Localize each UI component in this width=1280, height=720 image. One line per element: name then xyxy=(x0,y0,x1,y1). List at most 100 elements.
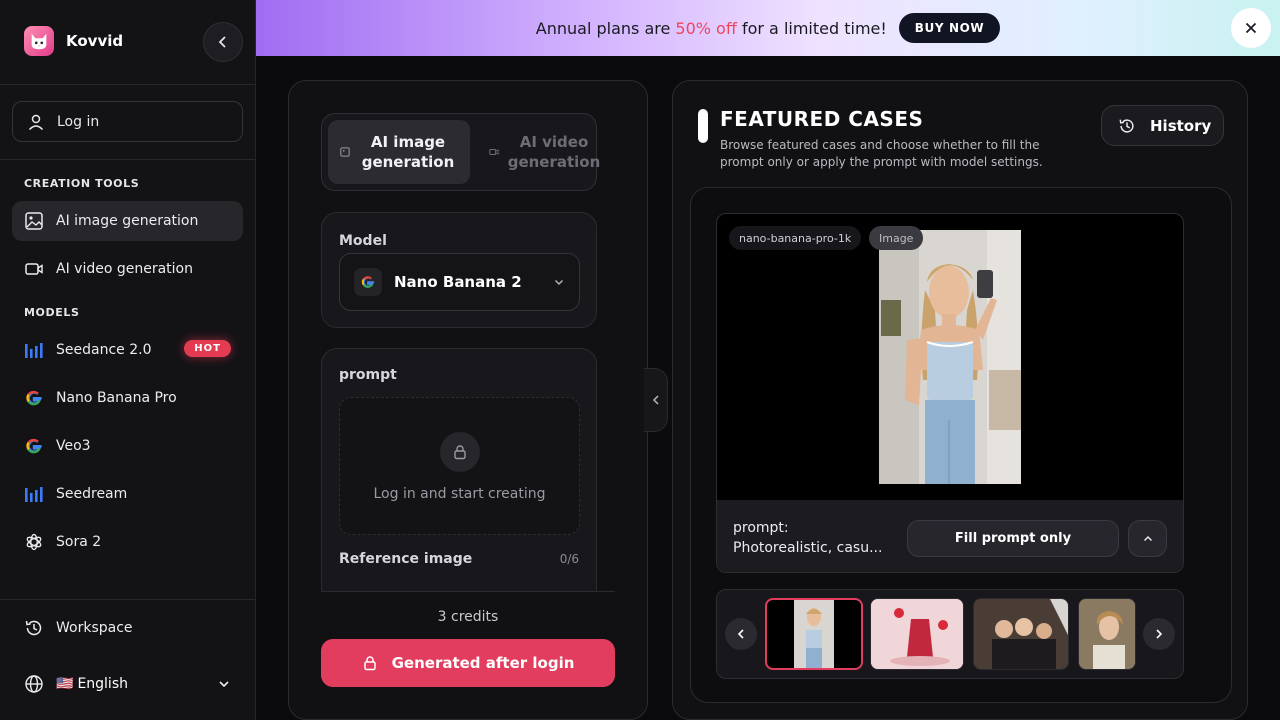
creation-tools-heading: CREATION TOOLS xyxy=(24,177,140,190)
bars-icon xyxy=(25,487,43,502)
reference-title: Reference image xyxy=(339,551,473,567)
accent-bar xyxy=(698,109,708,143)
brand-name: Kovvid xyxy=(66,32,124,50)
chevron-down-icon xyxy=(554,279,564,286)
prompt-preview-text: Photorealistic, casu... xyxy=(733,540,883,556)
bars-icon xyxy=(25,343,43,358)
image-icon xyxy=(25,212,43,230)
model-title: Model xyxy=(339,233,387,249)
expand-options-button[interactable] xyxy=(1128,520,1167,557)
featured-cases-panel: FEATURED CASES Browse featured cases and… xyxy=(672,80,1248,720)
video-icon xyxy=(489,149,499,155)
history-icon xyxy=(25,620,42,636)
generator-panel: AI image generation AI video generation … xyxy=(288,80,648,720)
divider xyxy=(0,159,256,160)
sidebar-item-ai-image-generation[interactable]: AI image generation xyxy=(12,201,243,241)
sidebar-item-label: AI video generation xyxy=(56,261,193,277)
chevron-up-icon xyxy=(1143,535,1152,541)
case-image[interactable] xyxy=(879,230,1021,484)
sidebar-item-label: Seedance 2.0 xyxy=(56,342,152,358)
fill-prompt-button[interactable]: Fill prompt only xyxy=(907,520,1119,557)
google-icon xyxy=(354,268,382,296)
globe-icon xyxy=(25,675,43,693)
lock-icon xyxy=(363,656,376,671)
prompt-preview: prompt: Photorealistic, casu... xyxy=(733,518,893,558)
chevron-down-icon xyxy=(219,681,229,688)
history-button[interactable]: History xyxy=(1101,105,1224,146)
next-case-button[interactable] xyxy=(1143,618,1175,650)
prompt-title: prompt xyxy=(339,367,397,383)
sidebar-item-veo3[interactable]: Veo3 xyxy=(12,426,243,466)
sidebar-item-label: AI image generation xyxy=(56,213,199,229)
collapse-sidebar-button[interactable] xyxy=(203,22,243,62)
previous-case-button[interactable] xyxy=(725,618,757,650)
chevron-right-icon xyxy=(1156,629,1163,639)
collapse-panel-button[interactable] xyxy=(644,368,668,432)
prompt-preview-label: prompt: xyxy=(733,520,789,536)
case-thumbnail[interactable] xyxy=(870,598,964,670)
close-banner-button[interactable] xyxy=(1231,8,1271,48)
history-icon xyxy=(1119,118,1134,132)
case-thumbnail[interactable] xyxy=(765,598,863,670)
mode-tabs: AI image generation AI video generation xyxy=(321,113,600,191)
banner-text: Annual plans are 50% off for a limited t… xyxy=(536,19,887,38)
cat-logo-icon xyxy=(24,26,54,56)
login-button[interactable]: Log in xyxy=(12,101,243,142)
case-footer: prompt: Photorealistic, casu... Fill pro… xyxy=(717,500,1183,572)
case-card[interactable]: nano-banana-pro-1k Image prompt: Photore… xyxy=(716,213,1184,573)
tab-label: AI video generation xyxy=(507,133,601,171)
sidebar: Kovvid Log in CREATION TOOLS AI image ge… xyxy=(0,0,256,720)
banner-highlight: 50% off xyxy=(675,18,737,38)
sidebar-item-workspace[interactable]: Workspace xyxy=(12,608,243,648)
sidebar-item-ai-video-generation[interactable]: AI video generation xyxy=(12,249,243,289)
model-value: Nano Banana 2 xyxy=(394,273,522,291)
sidebar-item-label: Nano Banana Pro xyxy=(56,390,177,406)
model-select[interactable]: Nano Banana 2 xyxy=(339,253,580,311)
reference-count: 0/6 xyxy=(559,552,579,566)
reference-image-row: Reference image 0/6 xyxy=(339,551,579,567)
user-icon xyxy=(28,114,44,130)
models-heading: MODELS xyxy=(24,306,80,319)
sidebar-item-seedance[interactable]: Seedance 2.0 HOT xyxy=(12,330,243,370)
login-label: Log in xyxy=(57,113,100,130)
type-tag: Image xyxy=(869,226,924,250)
prompt-input[interactable]: Log in and start creating xyxy=(339,397,580,535)
sidebar-item-label: Workspace xyxy=(56,620,133,636)
language-label: English xyxy=(77,676,128,692)
language-flag: 🇺🇸 xyxy=(56,676,74,692)
divider xyxy=(321,591,615,592)
generate-button[interactable]: Generated after login xyxy=(321,639,615,687)
banner-text-before: Annual plans are xyxy=(535,18,676,38)
prompt-hint: Log in and start creating xyxy=(373,486,546,502)
credits-label: 3 credits xyxy=(437,609,499,625)
chevron-left-icon xyxy=(218,36,226,48)
hot-badge: HOT xyxy=(184,340,231,357)
sidebar-item-sora-2[interactable]: Sora 2 xyxy=(12,522,243,562)
divider xyxy=(0,599,256,600)
chevron-left-icon xyxy=(652,395,659,405)
brand[interactable]: Kovvid xyxy=(24,26,123,56)
case-thumbnail[interactable] xyxy=(1078,598,1136,670)
history-label: History xyxy=(1150,116,1212,135)
video-icon xyxy=(25,263,43,275)
featured-title: FEATURED CASES xyxy=(720,107,924,131)
banner-text-after: for a limited time! xyxy=(736,18,887,38)
google-icon xyxy=(26,390,42,406)
sidebar-item-seedream[interactable]: Seedream xyxy=(12,474,243,514)
buy-now-button[interactable]: BUY NOW xyxy=(898,13,1001,43)
tab-ai-image-generation[interactable]: AI image generation xyxy=(328,120,470,184)
promo-banner: Annual plans are 50% off for a limited t… xyxy=(256,0,1280,56)
sidebar-item-nano-banana-pro[interactable]: Nano Banana Pro xyxy=(12,378,243,418)
google-icon xyxy=(26,438,42,454)
chevron-left-icon xyxy=(737,629,744,639)
model-tag: nano-banana-pro-1k xyxy=(729,226,862,250)
case-thumbnail[interactable] xyxy=(973,598,1069,670)
language-selector[interactable]: 🇺🇸 English xyxy=(12,664,243,704)
image-icon xyxy=(340,147,350,157)
openai-icon xyxy=(26,533,42,551)
lock-icon xyxy=(440,432,480,472)
tab-ai-video-generation[interactable]: AI video generation xyxy=(480,120,610,184)
sidebar-item-label: Seedream xyxy=(56,486,128,502)
generate-label: Generated after login xyxy=(391,654,575,672)
prompt-card: prompt Log in and start creating Referen… xyxy=(321,348,597,591)
